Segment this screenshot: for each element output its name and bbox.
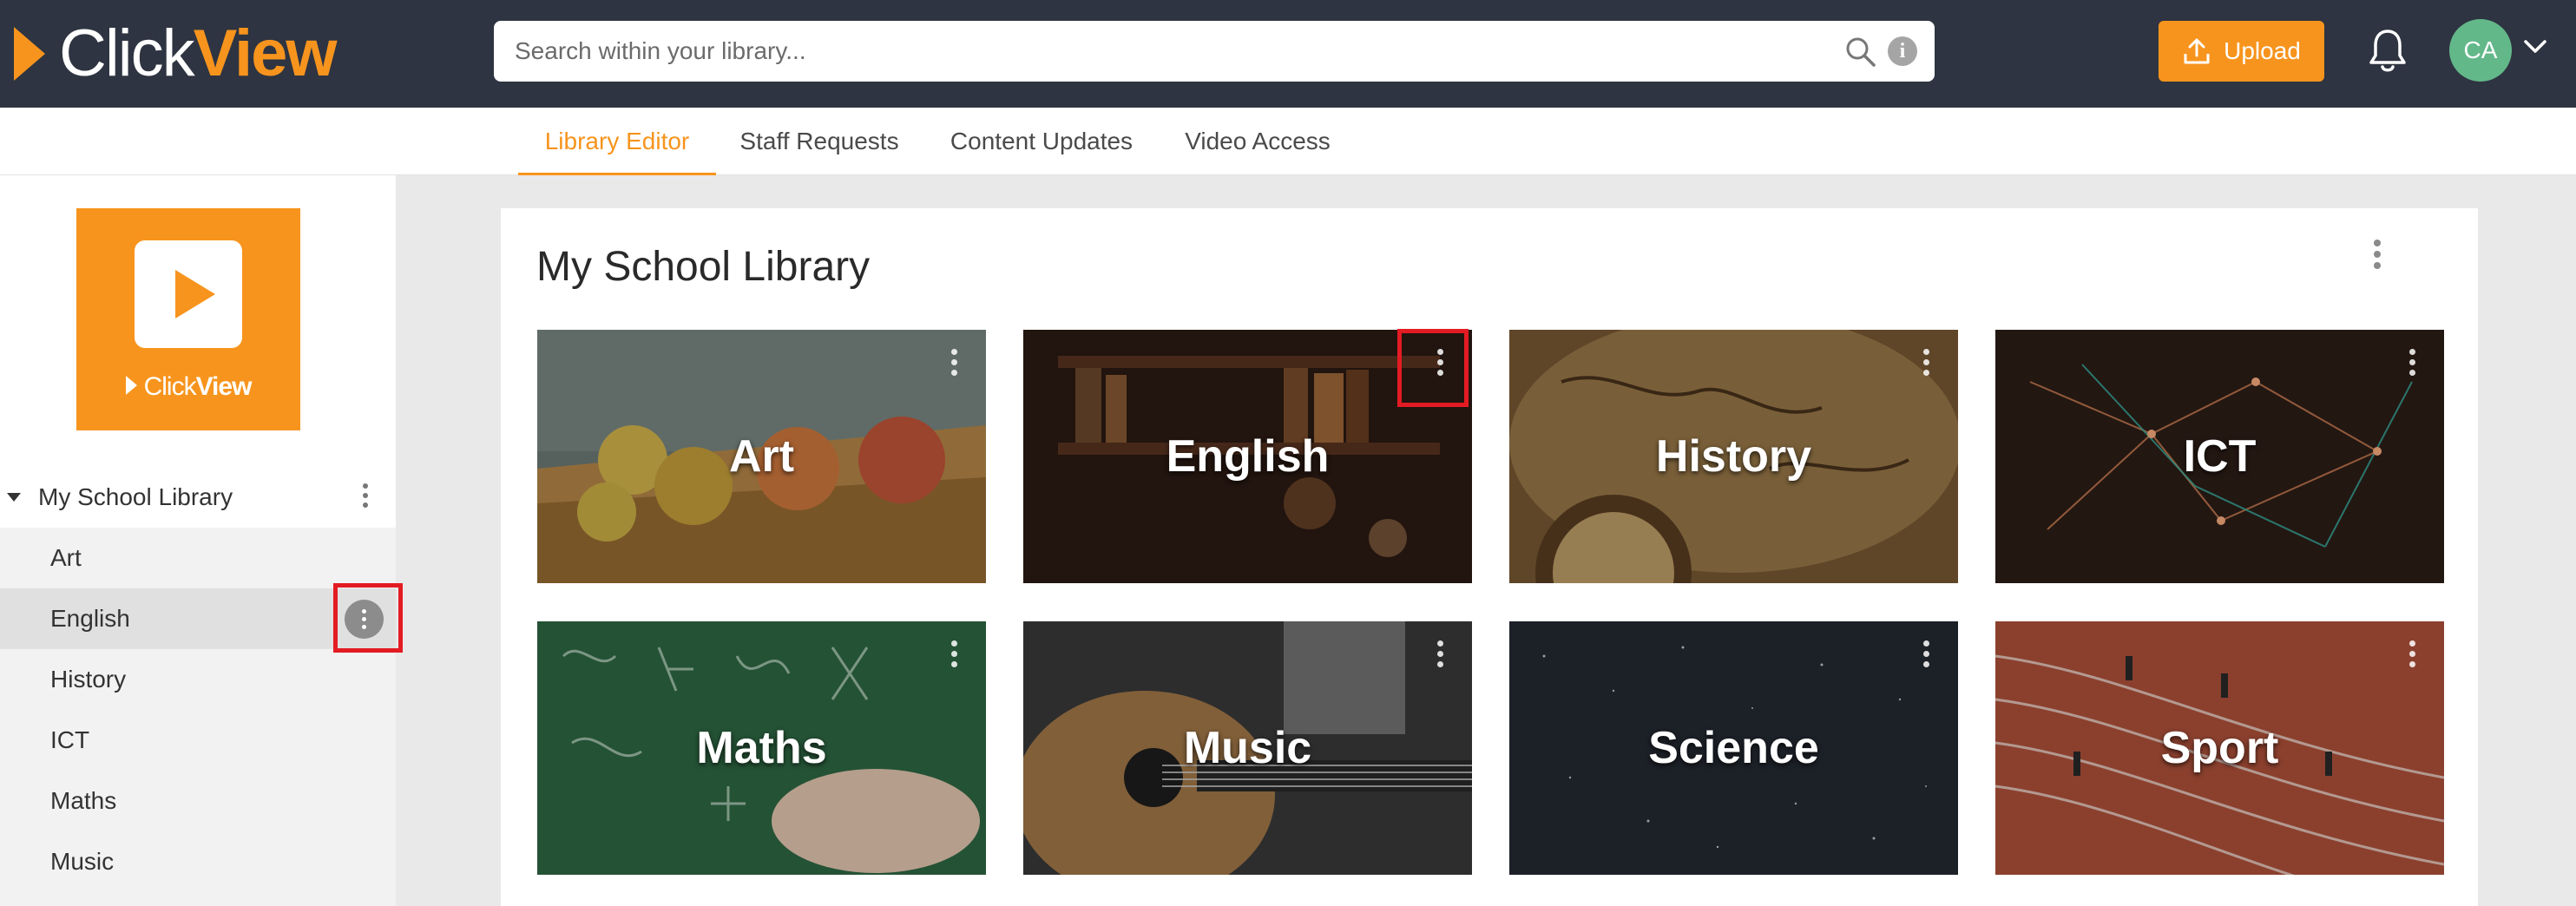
- bell-icon[interactable]: [2368, 26, 2408, 75]
- upload-button[interactable]: Upload: [2159, 21, 2324, 82]
- more-vertical-icon[interactable]: [361, 483, 370, 508]
- tab-video-access[interactable]: Video Access: [1180, 108, 1335, 175]
- caret-down-icon[interactable]: [7, 493, 21, 502]
- sidebar-item-label: Maths: [50, 787, 117, 814]
- tile-label: Art: [728, 431, 795, 482]
- tile-english[interactable]: English: [1023, 330, 1472, 583]
- info-icon[interactable]: i: [1888, 36, 1917, 66]
- sidebar-item-history[interactable]: History: [0, 649, 396, 710]
- tab-staff-requests[interactable]: Staff Requests: [736, 108, 903, 175]
- more-vertical-icon[interactable]: [950, 349, 958, 376]
- more-vertical-icon[interactable]: [950, 640, 958, 667]
- tile-ict[interactable]: ICT: [1995, 330, 2444, 583]
- sidebar: ClickView My School Library Art English …: [0, 175, 396, 906]
- library-card: My School Library Art English History IC…: [501, 208, 2478, 906]
- app: ClickView i Upload CA: [0, 0, 2576, 906]
- tile-label: English: [1166, 431, 1330, 482]
- more-vertical-icon[interactable]: [1922, 349, 1930, 376]
- library-logo-text: ClickView: [76, 372, 300, 402]
- upload-icon: [2184, 38, 2210, 64]
- more-vertical-icon[interactable]: [2408, 640, 2416, 667]
- top-bar: ClickView i Upload CA: [0, 0, 2576, 108]
- search-bar: i: [494, 21, 1935, 82]
- tile-science[interactable]: Science: [1509, 621, 1958, 875]
- library-logo: ClickView: [76, 208, 300, 430]
- avatar[interactable]: CA: [2449, 19, 2512, 82]
- library-logo-text-view: View: [195, 372, 253, 401]
- logo-text-click: Click: [59, 16, 195, 90]
- tile-label: ICT: [2183, 431, 2257, 482]
- tree-root-label: My School Library: [38, 483, 233, 510]
- tile-label: Sport: [2160, 723, 2279, 773]
- search-icon[interactable]: [1844, 36, 1877, 69]
- tile-history[interactable]: History: [1509, 330, 1958, 583]
- sidebar-item-maths[interactable]: Maths: [0, 771, 396, 831]
- sidebar-item-label: Music: [50, 848, 115, 875]
- folder-list: Art English History ICT Maths Music: [0, 528, 396, 906]
- library-logo-text-click: Click: [143, 372, 197, 401]
- logo-text-view: View: [193, 16, 338, 90]
- tile-music[interactable]: Music: [1023, 621, 1472, 875]
- more-vertical-icon[interactable]: [1922, 640, 1930, 667]
- search-input[interactable]: [515, 21, 1817, 82]
- tab-bar: Library Editor Staff Requests Content Up…: [0, 108, 2576, 175]
- tree-root-my-school-library[interactable]: My School Library: [0, 467, 396, 528]
- more-vertical-icon[interactable]: [345, 600, 384, 639]
- tile-label: Music: [1183, 723, 1312, 773]
- more-vertical-icon[interactable]: [2373, 240, 2382, 269]
- tile-label: History: [1655, 431, 1812, 482]
- more-vertical-icon[interactable]: [1436, 640, 1444, 667]
- tile-sport[interactable]: Sport: [1995, 621, 2444, 875]
- tab-library-editor[interactable]: Library Editor: [518, 108, 716, 175]
- page-title: My School Library: [536, 244, 871, 290]
- sidebar-item-label: Art: [50, 544, 82, 571]
- clickview-logo[interactable]: ClickView: [14, 19, 337, 89]
- tile-maths[interactable]: Maths: [537, 621, 986, 875]
- play-icon: [135, 240, 242, 348]
- logo-text: ClickView: [59, 21, 337, 87]
- sidebar-item-english[interactable]: English: [0, 588, 396, 649]
- tab-content-updates[interactable]: Content Updates: [942, 108, 1141, 175]
- sidebar-item-music[interactable]: Music: [0, 831, 396, 892]
- tile-art[interactable]: Art: [537, 330, 986, 583]
- tile-label: Maths: [696, 723, 827, 773]
- sidebar-item-label: History: [50, 666, 127, 693]
- logo-play-icon: [14, 27, 45, 81]
- more-vertical-icon[interactable]: [2408, 349, 2416, 376]
- sidebar-item-label: English: [50, 605, 130, 632]
- tile-label: Science: [1648, 723, 1819, 773]
- chevron-down-icon[interactable]: [2523, 39, 2547, 55]
- upload-button-label: Upload: [2224, 37, 2301, 64]
- sidebar-item-art[interactable]: Art: [0, 528, 396, 588]
- more-vertical-icon[interactable]: [1436, 349, 1444, 376]
- sidebar-item-label: ICT: [50, 726, 90, 753]
- sidebar-item-ict[interactable]: ICT: [0, 710, 396, 771]
